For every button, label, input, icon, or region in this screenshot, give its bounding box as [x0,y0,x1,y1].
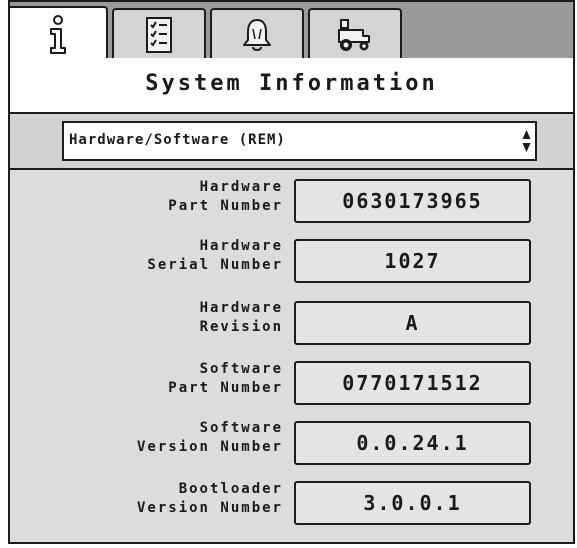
tab-strip [10,2,573,62]
bootloader-version-number-field[interactable]: 3.0.0.1 [294,481,531,525]
page-title: System Information [145,71,438,96]
tab-checklist[interactable] [112,8,206,60]
hardware-software-selector[interactable]: Hardware/Software (REM) [62,121,537,161]
selector-band: Hardware/Software (REM) [10,114,573,170]
hardware-serial-number-field[interactable]: 1027 [294,239,531,283]
tab-info[interactable] [10,6,108,62]
selector-value: Hardware/Software (REM) [69,132,286,148]
field-label-software-version-number: Software Version Number [136,420,283,455]
software-part-number-field[interactable]: 0770171512 [294,361,531,405]
field-label-software-part-number: Software Part Number [168,361,283,396]
hardware-part-number-field[interactable]: 0630173965 [294,179,531,223]
tab-vehicle[interactable] [308,8,402,60]
checklist-icon [146,17,172,53]
alarm-bell-icon [243,19,271,51]
field-label-bootloader-version-number: Bootloader Version Number [136,481,283,516]
title-area: System Information [10,58,573,114]
field-label-hardware-revision: Hardware Revision [199,300,283,335]
tab-alarms[interactable] [210,8,304,60]
up-down-arrows-icon[interactable] [522,129,531,153]
field-label-hardware-part-number: Hardware Part Number [168,179,283,214]
system-info-window: System Information Hardware/Software (RE… [8,0,575,544]
info-icon [50,15,66,54]
software-version-number-field[interactable]: 0.0.24.1 [294,421,531,465]
tractor-icon [338,19,370,51]
hardware-revision-field[interactable]: A [294,301,531,345]
field-label-hardware-serial-number: Hardware Serial Number [147,238,283,273]
